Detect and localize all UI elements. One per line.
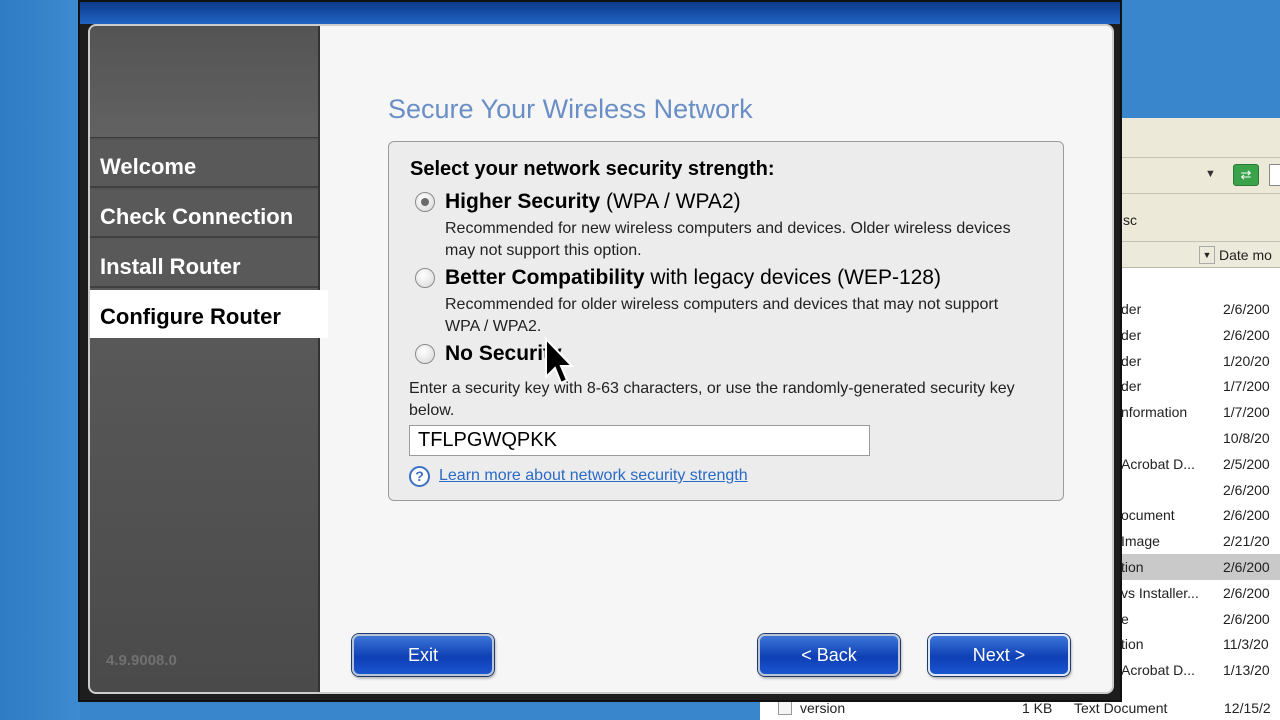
file-row[interactable]: der 1/7/200 bbox=[1119, 373, 1280, 399]
file-date: 2/21/20 bbox=[1223, 533, 1270, 550]
option-description: Recommended for new wireless computers a… bbox=[445, 220, 1011, 259]
file-row[interactable]: vs Installer... 2/6/200 bbox=[1119, 580, 1280, 606]
search-input[interactable] bbox=[1269, 164, 1280, 186]
file-row[interactable]: der 2/6/200 bbox=[1119, 296, 1280, 322]
file-row-selected[interactable]: tion 2/6/200 bbox=[1119, 553, 1280, 580]
go-button[interactable]: ⇄ bbox=[1233, 164, 1259, 186]
back-button[interactable]: < Back bbox=[758, 634, 900, 676]
file-type: der bbox=[1121, 301, 1142, 317]
next-button[interactable]: Next > bbox=[928, 634, 1070, 676]
explorer-toolbar bbox=[1119, 118, 1280, 158]
file-row[interactable]: der 2/6/200 bbox=[1119, 322, 1280, 348]
file-type: der bbox=[1121, 378, 1142, 395]
file-row[interactable]: 10/8/20 bbox=[1119, 425, 1280, 451]
page-title: Secure Your Wireless Network bbox=[388, 94, 753, 124]
explorer-address-bar: ▼ ⇄ bbox=[1119, 158, 1280, 194]
nav-item-configure-router[interactable]: Configure Router bbox=[90, 290, 328, 338]
wizard-sidebar: Welcome Check Connection Install Router … bbox=[90, 26, 328, 692]
file-row[interactable]: der 1/20/20 bbox=[1119, 348, 1280, 374]
file-date: 1/13/20 bbox=[1223, 662, 1270, 679]
file-date: 2/5/200 bbox=[1223, 455, 1270, 472]
file-row[interactable]: ocument 2/6/200 bbox=[1119, 502, 1280, 528]
security-panel: Select your network security strength: H… bbox=[388, 141, 1064, 501]
file-type: tion bbox=[1121, 558, 1144, 575]
file-date: 12/15/2 bbox=[1224, 700, 1271, 716]
date-modified-header[interactable]: Date mo bbox=[1219, 247, 1272, 263]
file-row[interactable]: Acrobat D... 1/13/20 bbox=[1119, 657, 1280, 683]
radio-higher-security[interactable] bbox=[415, 192, 435, 212]
radio-no-security[interactable] bbox=[415, 344, 435, 364]
option-title[interactable]: Higher Security (WPA / WPA2) bbox=[445, 190, 741, 214]
file-date: 11/3/20 bbox=[1223, 636, 1269, 653]
file-row[interactable]: nformation 1/7/200 bbox=[1119, 399, 1280, 425]
file-date: 2/6/200 bbox=[1223, 301, 1270, 317]
radio-better-compatibility[interactable] bbox=[415, 268, 435, 288]
nav-item-welcome[interactable]: Welcome bbox=[90, 140, 318, 188]
option-title-bold: Better Compatibility bbox=[445, 266, 645, 289]
file-type: vs Installer... bbox=[1121, 584, 1199, 601]
file-type: Text Document bbox=[1074, 700, 1168, 716]
file-size: 1 KB bbox=[1022, 700, 1053, 716]
setup-wizard-window: Welcome Check Connection Install Router … bbox=[78, 0, 1122, 702]
nav-item-check-connection[interactable]: Check Connection bbox=[90, 190, 318, 238]
option-title-bold: Higher Security bbox=[445, 190, 601, 213]
file-date: 1/7/200 bbox=[1223, 378, 1270, 395]
file-type: Acrobat D... bbox=[1121, 455, 1195, 472]
file-type: der bbox=[1121, 352, 1142, 369]
chevron-down-icon[interactable]: ▼ bbox=[1205, 168, 1216, 180]
radio-selected-dot bbox=[421, 198, 429, 206]
desktop-background bbox=[0, 0, 80, 720]
file-type: ocument bbox=[1121, 507, 1175, 524]
file-list: der 2/6/200 der 2/6/200 der 1/20/20 der 1/7/… bbox=[1119, 296, 1280, 683]
file-date: 2/6/200 bbox=[1223, 558, 1270, 575]
nav-item-install-router[interactable]: Install Router bbox=[90, 240, 318, 288]
tasks-text: sc bbox=[1123, 212, 1137, 228]
column-header[interactable]: ▼ Date mo bbox=[1119, 242, 1280, 268]
file-type: nformation bbox=[1121, 404, 1188, 421]
file-date: 2/6/200 bbox=[1223, 326, 1270, 343]
file-date: 2/6/200 bbox=[1223, 610, 1270, 627]
file-date: 2/6/200 bbox=[1223, 507, 1270, 524]
file-type: der bbox=[1121, 326, 1142, 343]
file-date: 10/8/20 bbox=[1223, 429, 1270, 446]
file-date: 1/20/20 bbox=[1223, 352, 1270, 369]
mouse-cursor-icon bbox=[545, 337, 574, 385]
security-question: Select your network security strength: bbox=[410, 158, 775, 180]
file-date: 2/6/200 bbox=[1223, 481, 1270, 498]
help-icon[interactable]: ? bbox=[409, 466, 430, 487]
file-name: version bbox=[800, 700, 846, 716]
file-type: tion bbox=[1121, 636, 1144, 653]
option-title-rest: (WPA / WPA2) bbox=[600, 190, 741, 213]
security-key-input[interactable] bbox=[409, 425, 870, 456]
file-row[interactable]: e 2/6/200 bbox=[1119, 606, 1280, 632]
sidebar-header bbox=[90, 26, 318, 138]
explorer-tasks: sc bbox=[1119, 194, 1280, 242]
option-description: Recommended for older wireless computers… bbox=[445, 296, 999, 335]
file-row[interactable]: Image 2/21/20 bbox=[1119, 528, 1280, 554]
file-icon bbox=[778, 701, 792, 715]
file-type: Image bbox=[1121, 533, 1160, 550]
window-titlebar bbox=[80, 2, 1120, 24]
file-row[interactable]: 2/6/200 bbox=[1119, 477, 1280, 503]
explorer-window: ▼ ⇄ sc ▼ Date mo der 2/6/200 der 2/6/200 d… bbox=[1118, 118, 1280, 720]
file-type: Acrobat D... bbox=[1121, 662, 1195, 679]
file-date: 2/6/200 bbox=[1223, 584, 1270, 601]
wizard-frame: Welcome Check Connection Install Router … bbox=[88, 24, 1114, 694]
exit-button[interactable]: Exit bbox=[352, 634, 494, 676]
file-date: 1/7/200 bbox=[1223, 404, 1270, 421]
security-key-label: Enter a security key with 8-63 character… bbox=[409, 380, 1015, 419]
column-dropdown-icon[interactable]: ▼ bbox=[1199, 246, 1215, 264]
learn-more-link[interactable]: Learn more about network security streng… bbox=[439, 467, 748, 485]
version-label: 4.9.9008.0 bbox=[106, 652, 177, 669]
file-type: e bbox=[1121, 610, 1129, 627]
file-row[interactable]: Acrobat D... 2/5/200 bbox=[1119, 451, 1280, 477]
option-title[interactable]: Better Compatibility with legacy devices… bbox=[445, 266, 941, 290]
file-row[interactable]: tion 11/3/20 bbox=[1119, 631, 1280, 657]
option-title-rest: with legacy devices (WEP-128) bbox=[644, 266, 941, 289]
